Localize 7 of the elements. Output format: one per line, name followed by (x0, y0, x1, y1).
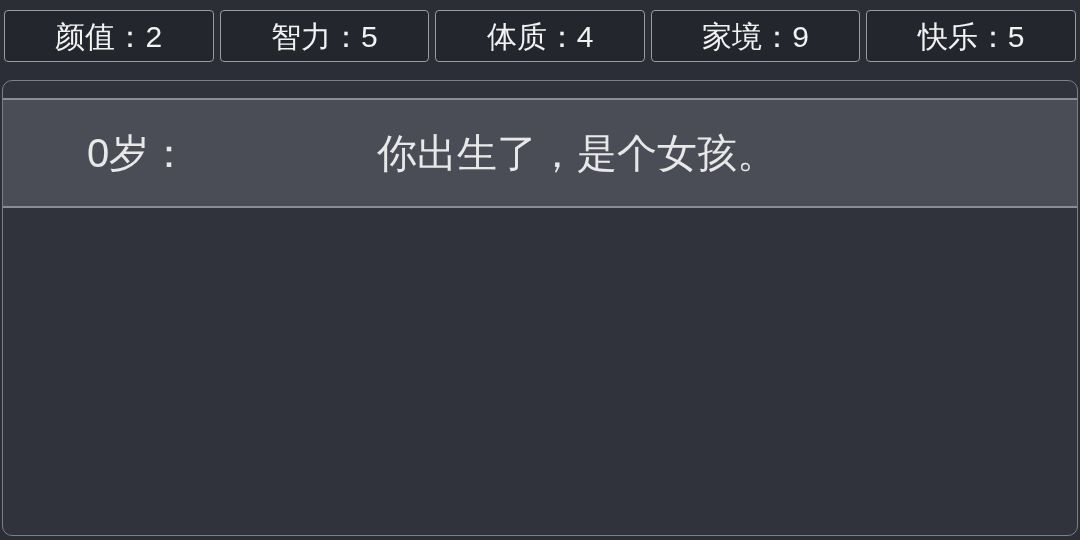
stat-label: 家境：9 (650, 10, 861, 62)
stat-label: 快乐：5 (866, 10, 1076, 62)
stat-label: 颜值：2 (4, 10, 214, 62)
stat-label: 智力：5 (219, 10, 430, 62)
stat-label: 体质：4 (435, 10, 645, 62)
age-label: 0岁： (87, 130, 191, 177)
event-text: 你出生了，是个女孩。 (377, 130, 777, 177)
